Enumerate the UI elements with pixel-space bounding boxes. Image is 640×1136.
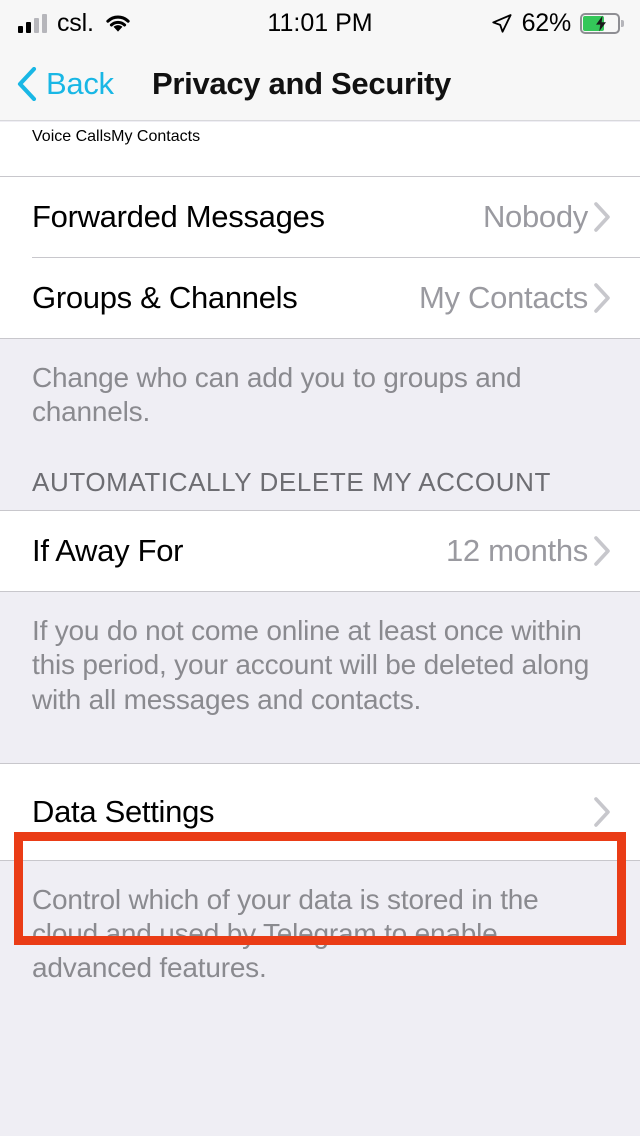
phone-screen: csl. 11:01 PM 62% Back Privacy and Secur… (0, 0, 640, 1136)
chevron-right-icon (592, 282, 612, 314)
list-item-label: If Away For (32, 533, 184, 569)
status-bar: csl. 11:01 PM 62% (0, 0, 640, 46)
section-privacy-rows: Voice Calls My Contacts Forwarded Messag… (0, 122, 640, 339)
list-item-data-settings[interactable]: Data Settings (0, 763, 640, 860)
chevron-right-icon (592, 201, 612, 233)
battery-charging-icon (580, 12, 624, 34)
list-item-value: My Contacts (111, 128, 201, 145)
page-title: Privacy and Security (152, 65, 451, 101)
list-item-label: Groups & Channels (32, 280, 298, 315)
battery-percent-label: 62% (521, 8, 572, 37)
list-item-label: Voice Calls (32, 128, 112, 145)
status-bar-right: 62% (490, 0, 624, 46)
back-button-label: Back (46, 65, 114, 101)
chevron-right-icon (592, 535, 612, 567)
section-auto-delete: If Away For 12 months (0, 510, 640, 593)
navigation-bar: Back Privacy and Security (0, 46, 640, 121)
section-data-settings: Data Settings (0, 762, 640, 861)
chevron-right-icon (592, 796, 612, 828)
location-arrow-icon (490, 12, 513, 35)
section-footer-data-settings: Control which of your data is stored in … (32, 883, 539, 984)
section-footer-auto-delete: If you do not come online at least once … (32, 615, 590, 715)
back-button[interactable]: Back (16, 46, 114, 121)
list-item-groups-and-channels[interactable]: Groups & Channels My Contacts (0, 258, 640, 338)
list-item-voice-calls[interactable]: Voice Calls My Contacts (0, 122, 640, 177)
clock-label: 11:01 PM (267, 8, 373, 37)
settings-scroll-view[interactable]: Voice Calls My Contacts Forwarded Messag… (0, 122, 640, 1136)
list-item-label: Data Settings (32, 793, 215, 829)
list-item-label: Forwarded Messages (32, 199, 325, 234)
list-item-value: Nobody (482, 199, 588, 234)
list-item-if-away-for[interactable]: If Away For 12 months (0, 511, 640, 592)
chevron-left-icon (16, 66, 38, 101)
list-item-forwarded-messages[interactable]: Forwarded Messages Nobody (0, 177, 640, 257)
list-item-value: My Contacts (419, 280, 588, 315)
section-header-auto-delete: AUTOMATICALLY DELETE MY ACCOUNT (32, 467, 551, 498)
section-footer-groups: Change who can add you to groups and cha… (32, 362, 522, 428)
list-item-value: 12 months (445, 533, 588, 569)
